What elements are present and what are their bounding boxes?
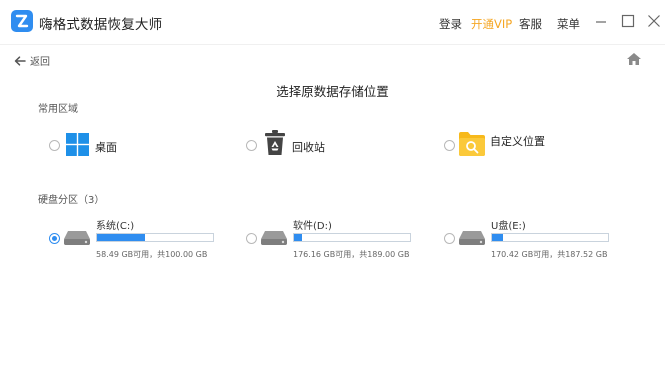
disk-c-usage-bar: [96, 233, 214, 242]
desktop-radio[interactable]: [49, 140, 60, 151]
recycle-bin-radio[interactable]: [246, 140, 257, 151]
recycle-bin-label: 回收站: [292, 141, 325, 154]
disk-c-usage-fill: [97, 234, 146, 241]
desktop-label: 桌面: [95, 141, 117, 154]
login-link[interactable]: 登录: [439, 16, 462, 32]
app-logo-icon: [11, 10, 33, 32]
app-title: 嗨格式数据恢复大师: [39, 17, 163, 33]
home-icon: [627, 53, 641, 65]
disk-d-radio[interactable]: [246, 233, 257, 244]
back-button[interactable]: 返回: [14, 53, 50, 68]
custom-location-label: 自定义位置: [490, 135, 545, 148]
customer-service-link[interactable]: 客服: [519, 16, 542, 32]
disk-c-name: 系统(C:): [96, 221, 135, 232]
title-bar: 嗨格式数据恢复大师 登录 开通VIP 客服 菜单: [0, 0, 665, 45]
page-title: 选择原数据存储位置: [276, 84, 389, 99]
disk-e-usage-bar: [491, 233, 609, 242]
custom-location-radio[interactable]: [444, 140, 455, 151]
hard-drive-icon: [64, 231, 90, 245]
arrow-left-icon: [14, 55, 26, 66]
disk-d-usage-fill: [294, 234, 302, 241]
common-locations-label: 常用区域: [38, 104, 78, 115]
disk-e-radio[interactable]: [444, 233, 455, 244]
disk-d-name: 软件(D:): [293, 221, 332, 232]
custom-folder-icon: [459, 132, 485, 156]
vip-link[interactable]: 开通VIP: [471, 16, 512, 32]
disk-c-size: 58.49 GB可用，共100.00 GB: [96, 250, 208, 259]
hard-drive-icon: [459, 231, 485, 245]
disk-partitions-label: 硬盘分区（3）: [38, 195, 105, 206]
recycle-bin-icon: [265, 130, 285, 155]
back-label: 返回: [30, 57, 50, 68]
menu-link[interactable]: 菜单: [557, 16, 580, 32]
disk-e-name: U盘(E:): [491, 221, 526, 232]
disk-d-usage-bar: [293, 233, 411, 242]
maximize-button[interactable]: [619, 12, 637, 30]
home-button[interactable]: [626, 51, 642, 65]
minimize-button[interactable]: [592, 12, 610, 30]
disk-d-size: 176.16 GB可用，共189.00 GB: [293, 250, 410, 259]
disk-e-size: 170.42 GB可用，共187.52 GB: [491, 250, 608, 259]
windows-icon: [66, 133, 89, 156]
hard-drive-icon: [261, 231, 287, 245]
close-button[interactable]: [645, 12, 663, 30]
disk-e-usage-fill: [492, 234, 503, 241]
disk-c-radio[interactable]: [49, 233, 60, 244]
